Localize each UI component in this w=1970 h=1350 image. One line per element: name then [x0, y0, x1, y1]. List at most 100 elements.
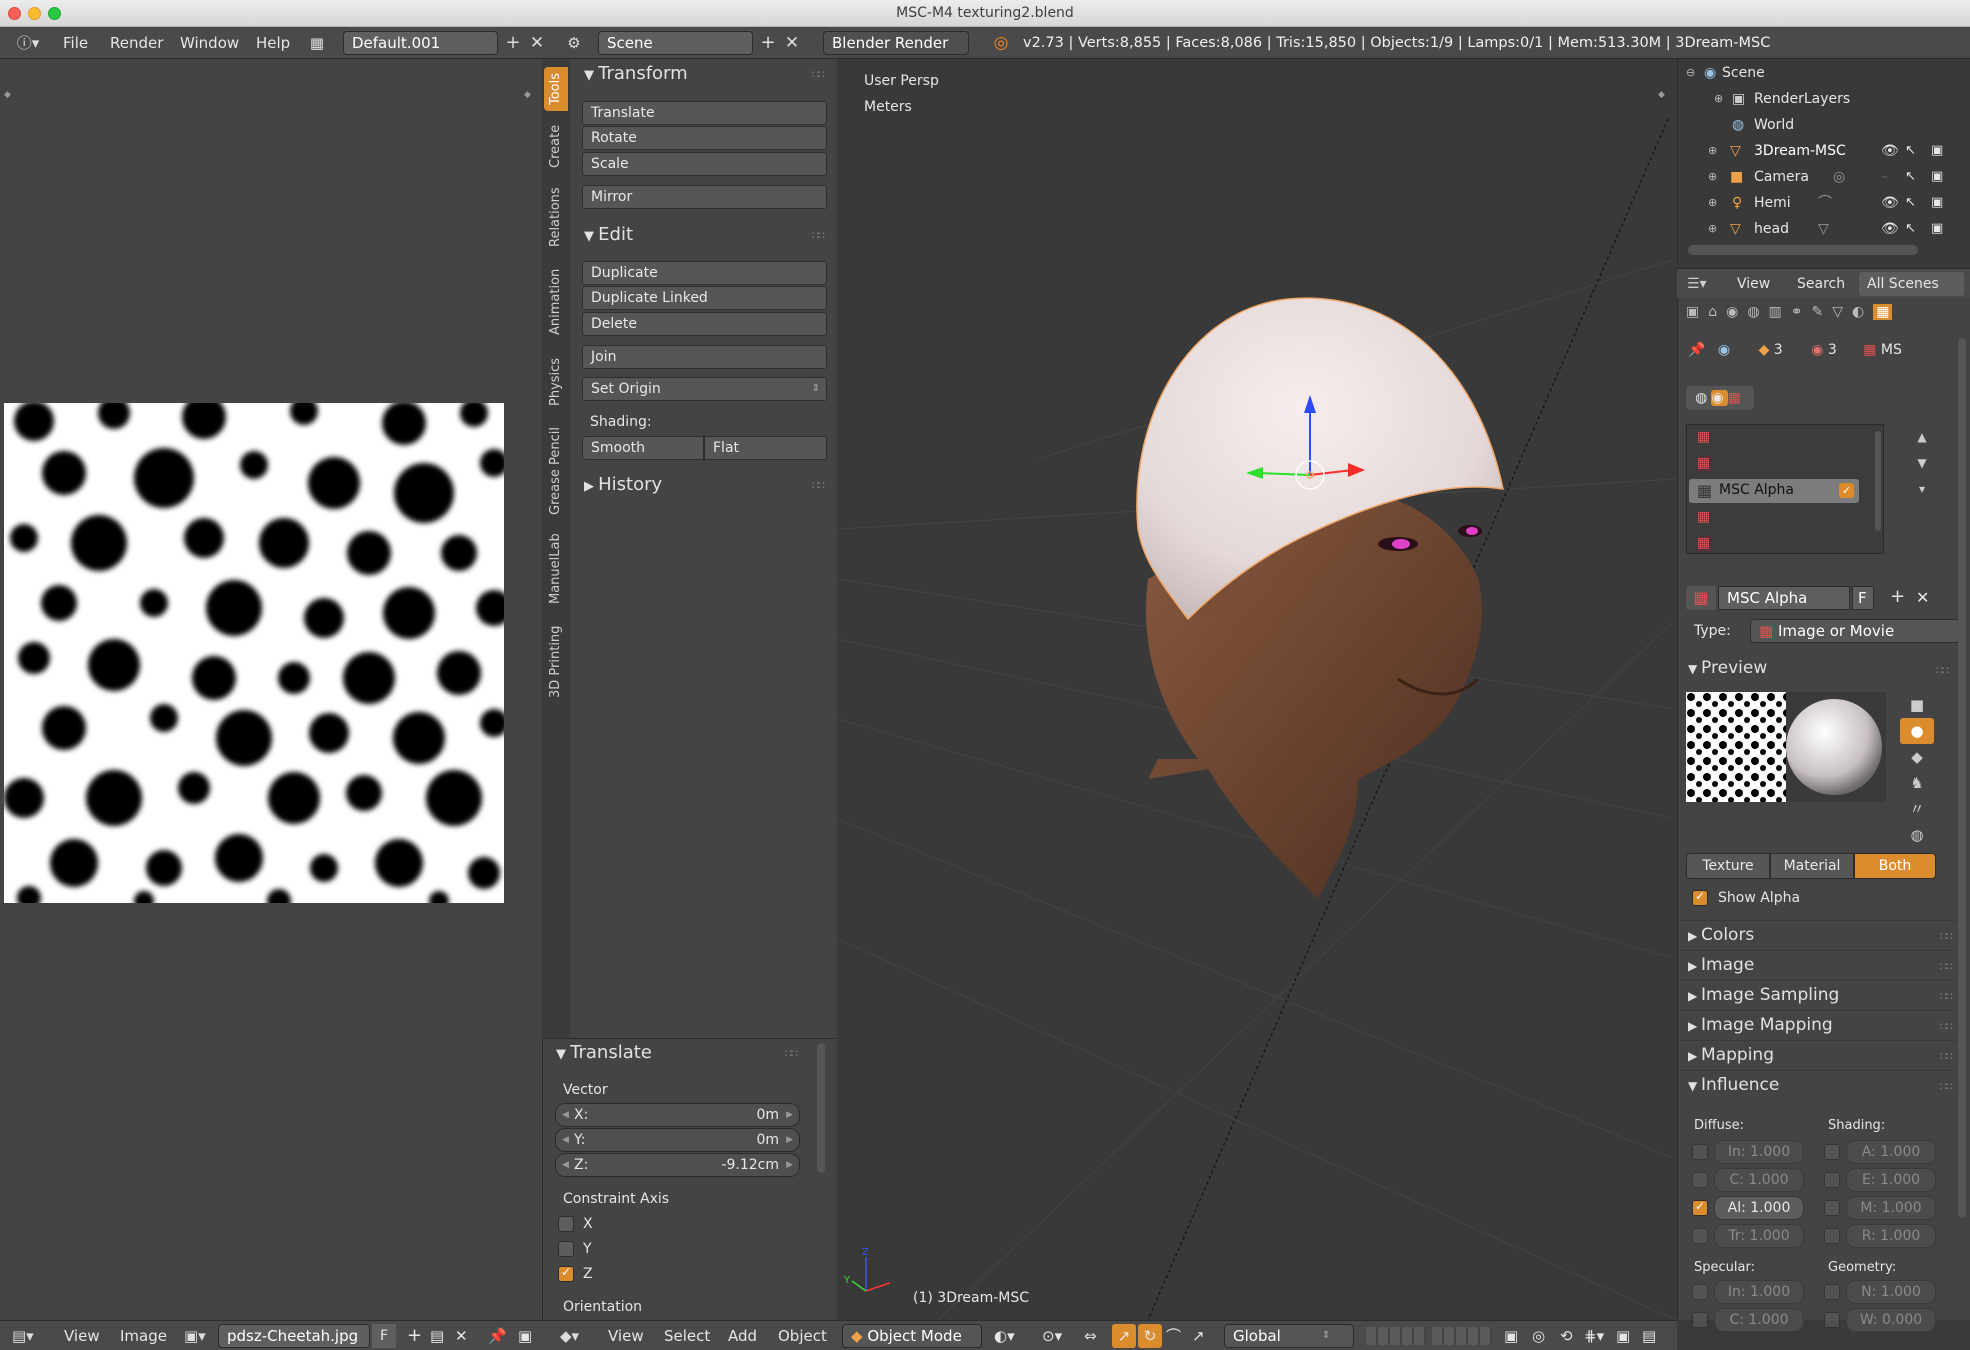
- translate-manipulator-icon[interactable]: ↗: [1112, 1324, 1136, 1348]
- colors-panel-header[interactable]: ▶ Colors ∷∷: [1680, 920, 1956, 948]
- expand-toggle-icon[interactable]: ⊕: [1708, 190, 1717, 216]
- preview-hair-icon[interactable]: 〃: [1900, 796, 1934, 822]
- preview-world-icon[interactable]: ◍: [1900, 822, 1934, 848]
- constraint-x-checkbox[interactable]: [558, 1216, 574, 1232]
- drag-handle-icon[interactable]: ∷∷: [1936, 664, 1949, 677]
- constraint-z-checkbox[interactable]: [558, 1265, 574, 1282]
- decrement-arrow-icon[interactable]: ◀: [562, 1154, 569, 1176]
- snap-element-icon[interactable]: ⋕▾: [1584, 1321, 1604, 1350]
- vector-z-field[interactable]: ◀ Z: -9.12cm ▶: [555, 1153, 800, 1177]
- drag-handle-icon[interactable]: ∷∷: [1940, 1080, 1953, 1093]
- outliner-editor-icon[interactable]: ☰▾: [1687, 269, 1707, 299]
- other-texture-icon[interactable]: ▦: [1728, 390, 1745, 406]
- tab-3d-printing[interactable]: 3D Printing: [544, 615, 568, 709]
- snap-toggle-icon[interactable]: ⟲: [1560, 1321, 1573, 1350]
- slot-specials-icon[interactable]: ▾: [1912, 476, 1932, 502]
- diffuse-color-checkbox[interactable]: [1692, 1172, 1708, 1188]
- move-slot-down-icon[interactable]: ▼: [1912, 450, 1932, 476]
- world-texture-icon[interactable]: ◍: [1695, 390, 1711, 406]
- remove-layout-icon[interactable]: ✕: [528, 27, 546, 59]
- diffuse-intensity-checkbox[interactable]: [1692, 1144, 1708, 1160]
- info-editor-type-icon[interactable]: ⓘ▾: [12, 27, 44, 59]
- 3d-object-menu[interactable]: Object: [778, 1321, 827, 1350]
- expand-toggle-icon[interactable]: ⊖: [1686, 60, 1695, 86]
- delete-button[interactable]: Delete: [582, 312, 827, 336]
- select-cursor-icon[interactable]: ↖: [1905, 190, 1916, 216]
- shading-ray-mirror-checkbox[interactable]: [1824, 1228, 1840, 1244]
- duplicate-button[interactable]: Duplicate: [582, 261, 827, 285]
- duplicate-linked-button[interactable]: Duplicate Linked: [582, 286, 827, 310]
- render-engine-select[interactable]: Blender Render: [823, 31, 969, 55]
- 3d-viewport[interactable]: Z Y User Persp Meters (1) 3Dream-MSC ◆: [838, 59, 1676, 1320]
- outliner-row-world[interactable]: ◍ World: [1678, 112, 1970, 138]
- texture-slot-icon[interactable]: ▦: [1697, 429, 1710, 445]
- unlink-image-icon[interactable]: ✕: [455, 1321, 468, 1350]
- transform-orientation-dropdown[interactable]: Global: [1224, 1324, 1354, 1348]
- tab-animation[interactable]: Animation: [544, 259, 568, 345]
- specular-intensity-field[interactable]: In: 1.000: [1714, 1280, 1804, 1304]
- move-slot-up-icon[interactable]: ▲: [1912, 424, 1932, 450]
- menu-file[interactable]: File: [63, 27, 88, 59]
- preview-sphere-icon[interactable]: ●: [1900, 718, 1934, 744]
- outliner-row-scene[interactable]: ⊖ ◉ Scene: [1678, 60, 1970, 86]
- select-cursor-icon[interactable]: ↖: [1905, 138, 1916, 164]
- outliner-row-hemi[interactable]: ⊕ ♀ Hemi ⌒ 👁 ↖ ▣: [1678, 190, 1970, 216]
- outliner-row-3dream[interactable]: ⊕ ▽ 3Dream-MSC 👁 ↖ ▣: [1678, 138, 1970, 164]
- tab-grease-pencil[interactable]: Grease Pencil: [544, 419, 568, 523]
- scene-icon[interactable]: ⚙: [562, 27, 586, 59]
- render-camera-icon[interactable]: ▣: [1931, 164, 1943, 190]
- decrement-arrow-icon[interactable]: ◀: [562, 1104, 569, 1126]
- rotate-button[interactable]: Rotate: [582, 126, 827, 150]
- preview-both-tab[interactable]: Both: [1854, 853, 1936, 879]
- outliner-row-head[interactable]: ⊕ ▽ head ▽ 👁 ↖ ▣: [1678, 216, 1970, 242]
- mode-dropdown[interactable]: ◆ Object Mode: [842, 1324, 982, 1348]
- region-expand-icon[interactable]: ◆: [1658, 90, 1665, 100]
- texture-slot-icon[interactable]: ▦: [1697, 455, 1710, 471]
- image-browse-icon[interactable]: ▣▾: [184, 1321, 206, 1350]
- render-camera-icon[interactable]: ▣: [1931, 190, 1943, 216]
- edit-panel-header[interactable]: ▼ Edit: [584, 224, 633, 245]
- open-image-icon[interactable]: ▤: [430, 1321, 444, 1350]
- transform-panel-header[interactable]: ▼ Transform: [584, 63, 688, 84]
- drag-handle-icon[interactable]: ∷∷: [1940, 990, 1953, 1003]
- image-mapping-panel-header[interactable]: ▶ Image Mapping ∷∷: [1680, 1010, 1956, 1038]
- 3d-select-menu[interactable]: Select: [664, 1321, 710, 1350]
- texture-name-field[interactable]: MSC Alpha: [1718, 586, 1850, 610]
- tab-tools[interactable]: Tools: [544, 67, 568, 111]
- visibility-eye-icon[interactable]: 👁: [1881, 216, 1899, 242]
- layer-buttons-a[interactable]: [1366, 1327, 1426, 1345]
- drag-handle-icon[interactable]: ∷∷: [1940, 960, 1953, 973]
- set-origin-dropdown[interactable]: Set Origin ⇕: [582, 377, 827, 401]
- texture-slot-selected[interactable]: ▦ MSC Alpha ✓: [1689, 479, 1859, 503]
- geometry-normal-checkbox[interactable]: [1824, 1284, 1840, 1300]
- scale-manipulator-alt-icon[interactable]: ↗: [1192, 1321, 1205, 1350]
- zoom-window-icon[interactable]: [48, 7, 61, 20]
- shading-ambient-field[interactable]: A: 1.000: [1846, 1140, 1936, 1164]
- tab-manuellab[interactable]: ManuelLab: [544, 527, 568, 611]
- preview-monkey-icon[interactable]: ♞: [1900, 770, 1934, 796]
- increment-arrow-icon[interactable]: ▶: [786, 1129, 793, 1151]
- expand-toggle-icon[interactable]: ⊕: [1708, 164, 1717, 190]
- operator-scrollbar[interactable]: [817, 1043, 825, 1173]
- decrement-arrow-icon[interactable]: ◀: [562, 1129, 569, 1151]
- viewport-shading-icon[interactable]: ◐▾: [994, 1321, 1015, 1350]
- image-view-menu[interactable]: View: [64, 1321, 100, 1350]
- render-camera-icon[interactable]: ▣: [1931, 216, 1943, 242]
- drag-handle-icon[interactable]: ∷∷: [812, 479, 825, 492]
- texture-type-dropdown[interactable]: ▦ Image or Movie: [1750, 619, 1965, 643]
- properties-scrollbar[interactable]: [1958, 338, 1966, 1218]
- image-render-icon[interactable]: ▣: [518, 1321, 532, 1350]
- layout-field[interactable]: Default.001: [343, 31, 498, 55]
- show-alpha-checkbox[interactable]: [1692, 889, 1708, 906]
- close-window-icon[interactable]: [8, 7, 21, 20]
- outliner-display-mode[interactable]: All Scenes: [1859, 272, 1964, 296]
- drag-handle-icon[interactable]: ∷∷: [1940, 930, 1953, 943]
- texture-slot-list[interactable]: ▦ ▦ ▦ MSC Alpha ✓ ▦ ▦: [1686, 424, 1884, 554]
- properties-context-tabs[interactable]: ▣⌂◉◍▥⚭✎▽◐ ▦: [1686, 304, 1966, 328]
- specular-intensity-checkbox[interactable]: [1692, 1284, 1708, 1300]
- shading-emit-checkbox[interactable]: [1824, 1172, 1840, 1188]
- vector-y-field[interactable]: ◀ Y: 0m ▶: [555, 1128, 800, 1152]
- scene-field[interactable]: Scene: [598, 31, 753, 55]
- shading-ray-mirror-field[interactable]: R: 1.000: [1846, 1224, 1936, 1248]
- unlink-texture-icon[interactable]: ✕: [1916, 588, 1929, 607]
